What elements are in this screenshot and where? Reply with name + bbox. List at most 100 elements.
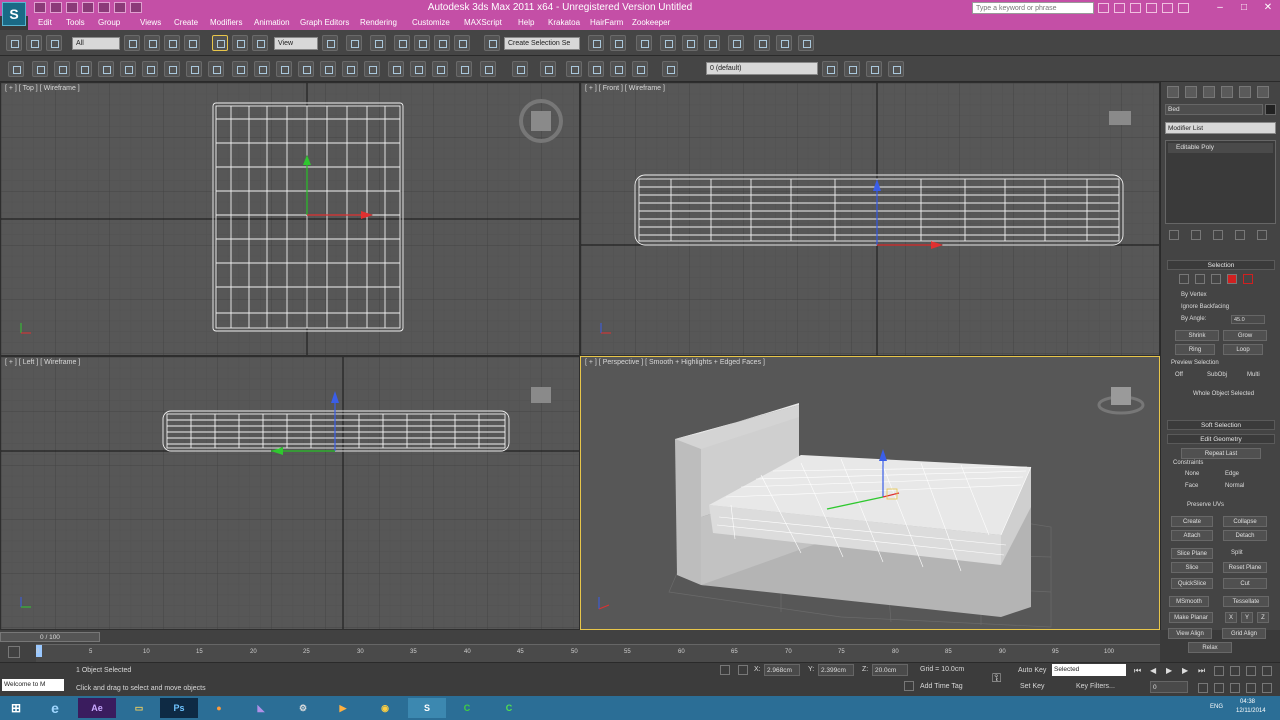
grow-button[interactable]: Grow	[1223, 330, 1267, 341]
search-input[interactable]: Type a keyword or phrase	[972, 2, 1094, 14]
constraint-normal-radio[interactable]: Normal	[1225, 483, 1244, 489]
menu-tools[interactable]: Tools	[66, 18, 85, 27]
display-tab-icon[interactable]	[1239, 86, 1251, 98]
plugin-tool-1-icon[interactable]	[8, 61, 24, 77]
select-move-icon[interactable]	[212, 35, 228, 51]
firefox-icon[interactable]: ●	[200, 698, 238, 718]
plugin-tool-12-icon[interactable]	[254, 61, 270, 77]
named-selection-dropdown[interactable]: Create Selection Se	[504, 37, 580, 50]
menu-zookeeper[interactable]: Zookeeper	[632, 18, 670, 27]
camtasia-icon[interactable]: C	[448, 698, 486, 718]
planar-z-button[interactable]: Z	[1257, 612, 1269, 623]
percent-snap-icon[interactable]	[434, 35, 450, 51]
select-scale-icon[interactable]	[252, 35, 268, 51]
planar-y-button[interactable]: Y	[1241, 612, 1253, 623]
rendered-frame-icon[interactable]	[776, 35, 792, 51]
save-file-icon[interactable]	[66, 2, 78, 13]
polygon-mode-icon[interactable]	[1227, 274, 1237, 284]
soft-selection-rollout-header[interactable]: Soft Selection	[1167, 420, 1275, 430]
attach-button[interactable]: Attach	[1171, 530, 1213, 541]
plugin-tool-24-icon[interactable]	[540, 61, 556, 77]
viewport-front-label[interactable]: [ + ] [ Front ] [ Wireframe ]	[585, 85, 665, 92]
plugin-tool-19-icon[interactable]	[410, 61, 426, 77]
select-link-icon[interactable]	[6, 35, 22, 51]
plugin-tool-16-icon[interactable]	[342, 61, 358, 77]
shrink-button[interactable]: Shrink	[1175, 330, 1219, 341]
create-button[interactable]: Create	[1171, 516, 1213, 527]
plugin-tool-10-icon[interactable]	[208, 61, 224, 77]
menu-animation[interactable]: Animation	[254, 18, 290, 27]
plugin-tool-25-icon[interactable]	[566, 61, 582, 77]
reference-coord-dropdown[interactable]: View	[274, 37, 318, 50]
constraint-edge-radio[interactable]: Edge	[1225, 471, 1239, 477]
viewport-left[interactable]: [ + ] [ Left ] [ Wireframe ]	[0, 356, 580, 630]
select-manipulate-icon[interactable]	[346, 35, 362, 51]
time-config-icon[interactable]	[1198, 683, 1208, 693]
menu-views[interactable]: Views	[140, 18, 161, 27]
hierarchy-tab-icon[interactable]	[1203, 86, 1215, 98]
zoom-extents-icon[interactable]	[1246, 666, 1256, 676]
plugin-tool-14-icon[interactable]	[298, 61, 314, 77]
planar-x-button[interactable]: X	[1225, 612, 1237, 623]
layer-tool-icon[interactable]	[662, 61, 678, 77]
fetch-icon[interactable]	[130, 2, 142, 13]
plugin-tool-22-icon[interactable]	[480, 61, 496, 77]
edge-mode-icon[interactable]	[1195, 274, 1205, 284]
by-vertex-checkbox[interactable]: By Vertex	[1181, 292, 1207, 298]
selection-filter-dropdown[interactable]: All	[72, 37, 120, 50]
constraint-face-radio[interactable]: Face	[1185, 483, 1198, 489]
plugin-tool-15-icon[interactable]	[320, 61, 336, 77]
plugin-tool-13-icon[interactable]	[276, 61, 292, 77]
schematic-view-icon[interactable]	[704, 35, 720, 51]
favorites-icon[interactable]	[1146, 3, 1157, 13]
key-mode-dropdown[interactable]: Selected	[1052, 664, 1126, 676]
modify-tab-icon[interactable]	[1185, 86, 1197, 98]
reset-plane-button[interactable]: Reset Plane	[1223, 562, 1267, 573]
plugin-tool-3-icon[interactable]	[54, 61, 70, 77]
previous-frame-icon[interactable]: ◀	[1150, 666, 1160, 676]
new-file-icon[interactable]	[34, 2, 46, 13]
vertex-mode-icon[interactable]	[1179, 274, 1189, 284]
go-to-end-icon[interactable]: ⏭	[1198, 666, 1208, 676]
bind-space-warp-icon[interactable]	[46, 35, 62, 51]
undo-icon[interactable]	[82, 2, 94, 13]
ring-button[interactable]: Ring	[1175, 344, 1215, 355]
slice-button[interactable]: Slice	[1171, 562, 1213, 573]
modifier-list-dropdown[interactable]: Modifier List	[1165, 122, 1276, 134]
mirror-icon[interactable]	[588, 35, 604, 51]
menu-modifiers[interactable]: Modifiers	[210, 18, 242, 27]
plugin-tool-27-icon[interactable]	[610, 61, 626, 77]
menu-krakatoa[interactable]: Krakatoa	[548, 18, 580, 27]
absolute-mode-icon[interactable]	[738, 665, 748, 675]
unlink-icon[interactable]	[26, 35, 42, 51]
graphite-ribbon-icon[interactable]	[660, 35, 676, 51]
object-name-field[interactable]: Bed	[1165, 104, 1263, 115]
plugin-tool-28-icon[interactable]	[632, 61, 648, 77]
app-logo-icon[interactable]: S	[2, 2, 26, 26]
quickslice-button[interactable]: QuickSlice	[1171, 578, 1213, 589]
menu-rendering[interactable]: Rendering	[360, 18, 397, 27]
show-end-result-icon[interactable]	[1191, 230, 1201, 240]
curve-editor-icon[interactable]	[682, 35, 698, 51]
plugin-tool-5-icon[interactable]	[98, 61, 114, 77]
rect-selection-icon[interactable]	[164, 35, 180, 51]
time-slider[interactable]: 0 / 100	[0, 632, 100, 642]
by-angle-input[interactable]: 45.0	[1231, 315, 1265, 324]
zoom-all-icon[interactable]	[1230, 666, 1240, 676]
preview-subobj-radio[interactable]: SubObj	[1207, 372, 1227, 378]
menu-group[interactable]: Group	[98, 18, 120, 27]
3dsmax-icon[interactable]: S	[408, 698, 446, 718]
clock-time[interactable]: 04:38	[1240, 699, 1255, 705]
keyboard-shortcut-icon[interactable]	[370, 35, 386, 51]
pan-view-icon[interactable]	[1230, 683, 1240, 693]
grid-align-button[interactable]: Grid Align	[1222, 628, 1266, 639]
add-time-tag-button[interactable]: Add Time Tag	[920, 683, 963, 690]
after-effects-icon[interactable]: Ae	[78, 698, 116, 718]
object-color-swatch[interactable]	[1265, 104, 1276, 115]
zoom-icon[interactable]	[1214, 666, 1224, 676]
menu-edit[interactable]: Edit	[38, 18, 52, 27]
layer-select-icon[interactable]	[866, 61, 882, 77]
viewport-top-label[interactable]: [ + ] [ Top ] [ Wireframe ]	[5, 85, 80, 92]
start-icon[interactable]: ⊞	[0, 698, 32, 718]
viewport-perspective[interactable]: [ + ] [ Perspective ] [ Smooth + Highlig…	[580, 356, 1160, 630]
